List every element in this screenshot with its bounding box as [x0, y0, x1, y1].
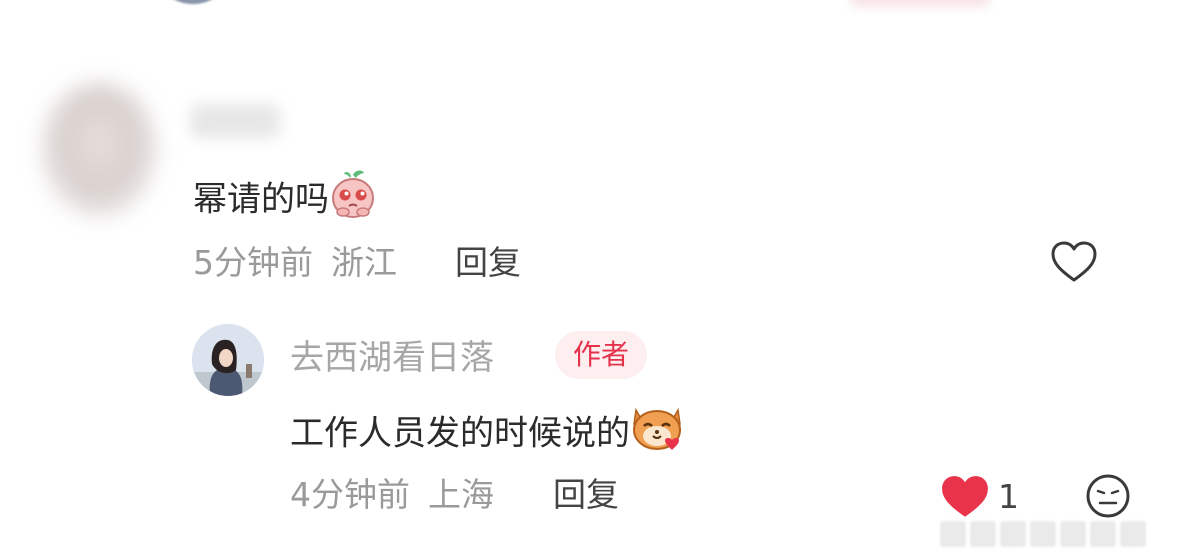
previous-comment-avatar[interactable] — [160, 0, 226, 4]
reply-username[interactable]: 去西湖看日落 — [290, 334, 494, 382]
reply-avatar[interactable] — [192, 324, 264, 396]
previous-comment-blurred-element — [850, 0, 990, 6]
neutral-face-icon[interactable] — [1084, 472, 1132, 520]
heart-outline-icon[interactable] — [1050, 240, 1098, 284]
reply-reply-button[interactable]: 回复 — [553, 472, 619, 518]
comment-text: 幂请的吗 — [193, 168, 377, 234]
comment-avatar[interactable] — [40, 82, 158, 218]
comment-username-blurred[interactable] — [190, 104, 280, 138]
comment-location: 浙江 — [331, 243, 397, 282]
reply-time: 4分钟前 — [290, 475, 410, 514]
author-badge: 作者 — [555, 331, 648, 379]
pink-blushing-face-emoji — [329, 168, 377, 234]
comment-meta: 5分钟前 浙江 — [193, 240, 397, 286]
cat-with-heart-emoji — [630, 402, 684, 468]
comment-reply-button[interactable]: 回复 — [455, 240, 521, 286]
reply-location: 上海 — [428, 475, 494, 514]
reply-text: 工作人员发的时候说的 — [290, 402, 684, 468]
watermark — [940, 514, 1170, 554]
comment-time: 5分钟前 — [193, 243, 313, 282]
reply-meta: 4分钟前 上海 — [290, 472, 494, 518]
